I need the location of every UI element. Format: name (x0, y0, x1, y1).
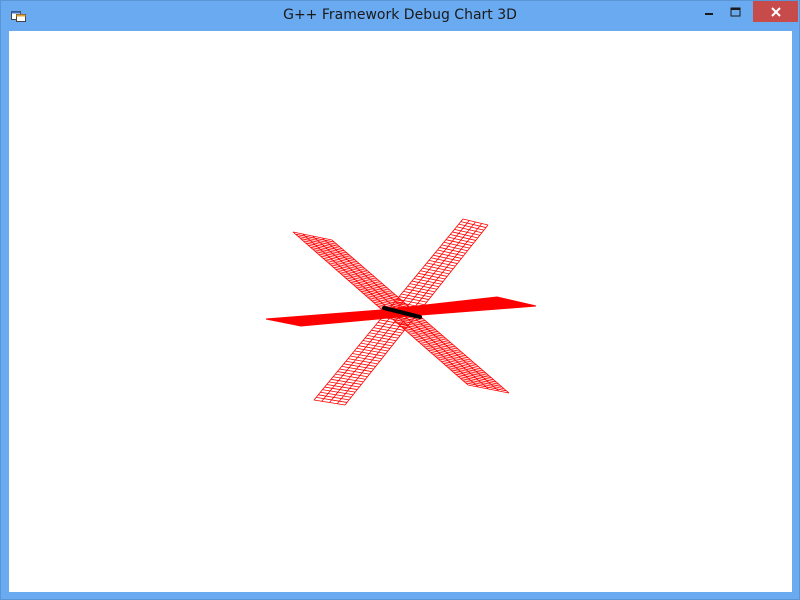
maximize-button[interactable] (722, 1, 749, 22)
chart-canvas[interactable] (9, 31, 792, 592)
window-title: G++ Framework Debug Chart 3D (283, 7, 517, 23)
maximize-icon (730, 7, 741, 16)
close-icon (770, 6, 781, 17)
minimize-button[interactable] (695, 1, 722, 22)
app-window: G++ Framework Debug Chart 3D (0, 0, 800, 600)
close-button[interactable] (753, 1, 798, 22)
debug-chart-3d[interactable] (9, 31, 792, 592)
title-bar[interactable]: G++ Framework Debug Chart 3D (1, 1, 799, 31)
minimize-icon (704, 12, 713, 15)
